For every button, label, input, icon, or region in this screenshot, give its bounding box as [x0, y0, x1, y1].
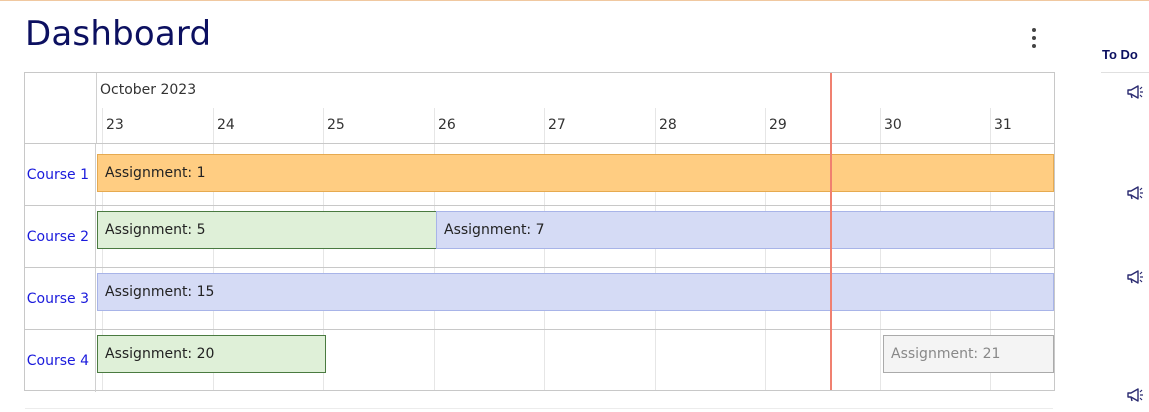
day-label: 25	[327, 117, 345, 133]
day-label: 30	[884, 117, 902, 133]
assignment-bar[interactable]: Assignment: 20	[97, 335, 326, 373]
day-label: 23	[106, 117, 124, 133]
top-accent-line	[0, 0, 1149, 1]
day-label: 27	[548, 117, 566, 133]
page-title: Dashboard	[25, 14, 212, 54]
assignment-bar[interactable]: Assignment: 7	[436, 211, 1054, 249]
assignment-bar[interactable]: Assignment: 21	[883, 335, 1054, 373]
more-options-icon[interactable]	[1024, 26, 1044, 50]
megaphone-icon[interactable]	[1126, 268, 1144, 286]
todo-title: To Do	[1102, 47, 1138, 62]
megaphone-icon[interactable]	[1126, 83, 1144, 101]
course-row: Course 3 Assignment: 15	[25, 267, 1054, 330]
course-link[interactable]: Course 2	[25, 206, 96, 268]
megaphone-icon[interactable]	[1126, 386, 1144, 404]
course-row: Course 2 Assignment: 5 Assignment: 7	[25, 205, 1054, 268]
course-timeline: October 2023 23 24 25 26 27 28 29 30 31 …	[24, 72, 1055, 392]
course-row: Course 4 Assignment: 20 Assignment: 21	[25, 329, 1054, 392]
timeline-corner	[25, 73, 97, 144]
day-label: 28	[659, 117, 677, 133]
assignment-bar[interactable]: Assignment: 1	[97, 154, 1054, 192]
day-label: 26	[438, 117, 456, 133]
megaphone-icon[interactable]	[1126, 184, 1144, 202]
dot	[1032, 28, 1036, 32]
course-link[interactable]: Course 3	[25, 268, 96, 330]
day-label: 31	[994, 117, 1012, 133]
day-label: 24	[217, 117, 235, 133]
day-label: 29	[769, 117, 787, 133]
assignment-bar[interactable]: Assignment: 15	[97, 273, 1054, 311]
divider	[1101, 72, 1149, 73]
course-link[interactable]: Course 1	[25, 144, 96, 206]
dot	[1032, 44, 1036, 48]
todo-sidebar: To Do	[1086, 40, 1149, 412]
assignment-bar[interactable]: Assignment: 5	[97, 211, 437, 249]
dot	[1032, 36, 1036, 40]
course-link[interactable]: Course 4	[25, 330, 96, 392]
divider	[25, 408, 1053, 409]
current-time-marker	[830, 73, 832, 390]
month-label: October 2023	[100, 82, 197, 98]
course-row: Course 1 Assignment: 1	[25, 143, 1054, 206]
